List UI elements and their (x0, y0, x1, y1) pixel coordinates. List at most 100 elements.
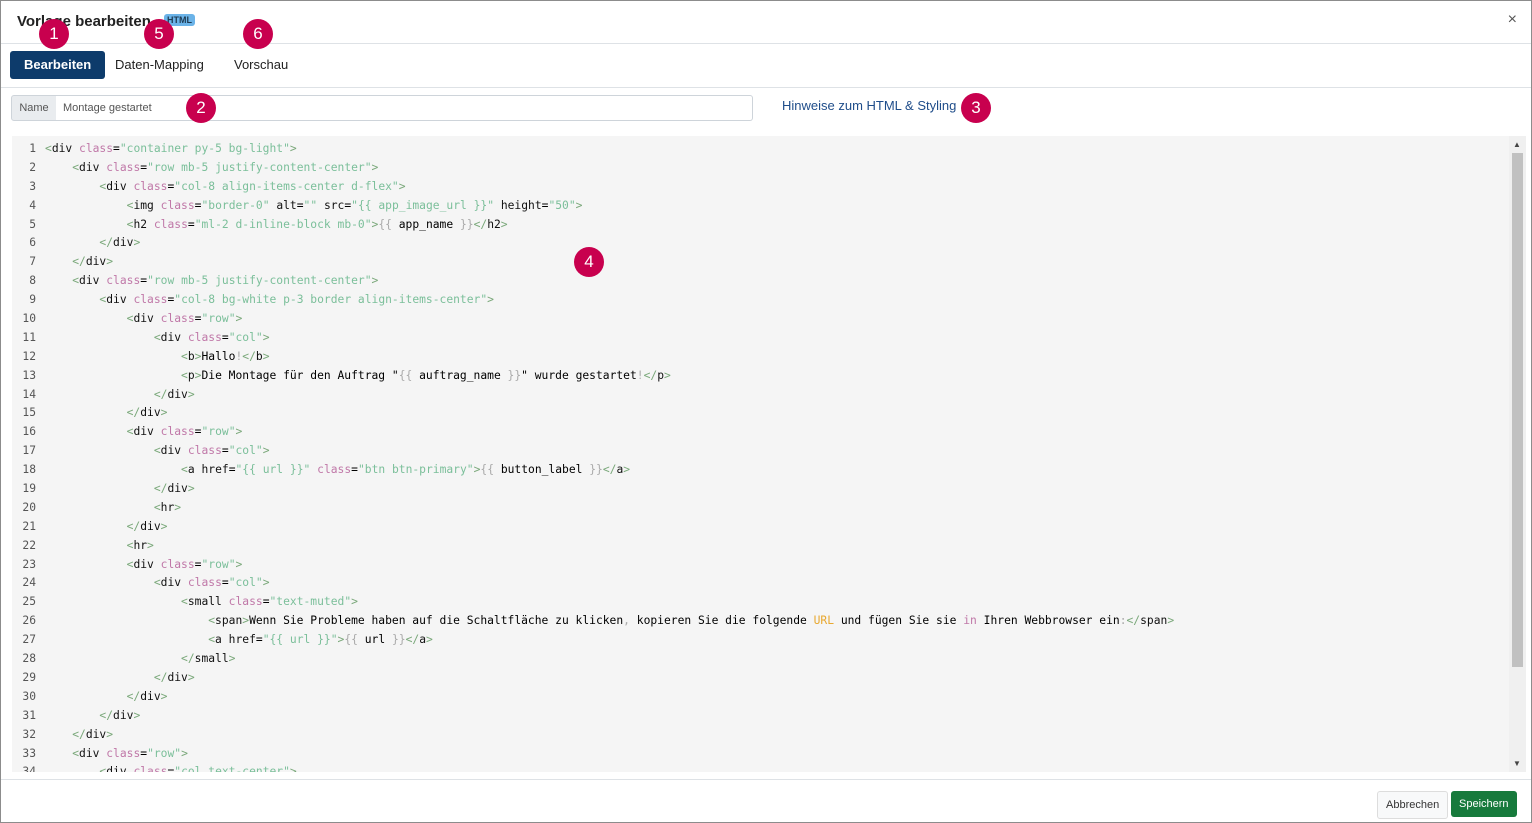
tab-vorschau[interactable]: Vorschau (220, 51, 302, 79)
code-line[interactable]: 20 <hr> (12, 499, 1506, 518)
line-text[interactable]: <div class="row"> (45, 425, 243, 438)
line-text[interactable]: </div> (45, 709, 140, 722)
line-text[interactable]: <div class="row"> (45, 312, 243, 325)
line-number: 23 (22, 557, 36, 571)
editor-scrollbar[interactable]: ▲ ▼ (1509, 136, 1526, 772)
dialog-footer: Abbrechen Speichern (1, 779, 1531, 822)
code-line[interactable]: 10 <div class="row"> (12, 310, 1506, 329)
line-text[interactable]: <div class="container py-5 bg-light"> (45, 142, 297, 155)
line-number: 12 (22, 349, 36, 363)
line-text[interactable]: <div class="row mb-5 justify-content-cen… (45, 274, 378, 287)
code-line[interactable]: 13 <p>Die Montage für den Auftrag "{{ au… (12, 367, 1506, 386)
code-line[interactable]: 19 </div> (12, 480, 1506, 499)
code-line[interactable]: 31 </div> (12, 707, 1506, 726)
code-line[interactable]: 8 <div class="row mb-5 justify-content-c… (12, 272, 1506, 291)
code-line[interactable]: 26 <span>Wenn Sie Probleme haben auf die… (12, 612, 1506, 631)
line-text[interactable]: </div> (45, 255, 113, 268)
line-text[interactable]: <h2 class="ml-2 d-inline-block mb-0">{{ … (45, 218, 508, 231)
line-text[interactable]: <b>Hallo!</b> (45, 350, 270, 363)
code-line[interactable]: 34 <div class="col text-center"> (12, 763, 1506, 772)
code-line[interactable]: 21 </div> (12, 518, 1506, 537)
code-line[interactable]: 12 <b>Hallo!</b> (12, 348, 1506, 367)
line-text[interactable]: </div> (45, 388, 195, 401)
line-number: 4 (29, 198, 36, 212)
code-line[interactable]: 3 <div class="col-8 align-items-center d… (12, 178, 1506, 197)
code-line[interactable]: 1 <div class="container py-5 bg-light"> (12, 140, 1506, 159)
scrollbar-thumb[interactable] (1512, 153, 1523, 667)
code-line[interactable]: 32 </div> (12, 726, 1506, 745)
line-number: 7 (29, 255, 36, 269)
line-text[interactable]: <div class="col"> (45, 331, 270, 344)
code-line[interactable]: 5 <h2 class="ml-2 d-inline-block mb-0">{… (12, 216, 1506, 235)
code-line[interactable]: 18 <a href="{{ url }}" class="btn btn-pr… (12, 461, 1506, 480)
line-text[interactable]: </small> (45, 652, 235, 665)
line-text[interactable]: <hr> (45, 539, 154, 552)
line-text[interactable]: </div> (45, 690, 168, 703)
code-line[interactable]: 23 <div class="row"> (12, 556, 1506, 575)
callout-marker-3: 3 (961, 93, 991, 123)
line-number: 9 (29, 293, 36, 307)
tab-bearbeiten[interactable]: Bearbeiten (10, 51, 106, 79)
line-text[interactable]: </div> (45, 520, 168, 533)
line-text[interactable]: <a href="{{ url }}">{{ url }}</a> (45, 633, 433, 646)
line-text[interactable]: <img class="border-0" alt="" src="{{ app… (45, 199, 583, 212)
line-text[interactable]: <div class="col text-center"> (45, 765, 296, 772)
code-line[interactable]: 33 <div class="row"> (12, 745, 1506, 764)
code-line[interactable]: 11 <div class="col"> (12, 329, 1506, 348)
line-number: 1 (29, 142, 36, 155)
code-line[interactable]: 25 <small class="text-muted"> (12, 593, 1506, 612)
close-icon[interactable]: × (1508, 11, 1517, 29)
line-text[interactable]: <p>Die Montage für den Auftrag "{{ auftr… (45, 369, 671, 382)
code-lines[interactable]: 1 <div class="container py-5 bg-light"> 2 … (12, 140, 1506, 772)
code-line[interactable]: 24 <div class="col"> (12, 574, 1506, 593)
callout-marker-4: 4 (574, 247, 604, 277)
cancel-button[interactable]: Abbrechen (1377, 791, 1449, 819)
code-line[interactable]: 29 </div> (12, 669, 1506, 688)
line-number: 34 (22, 765, 36, 772)
code-line[interactable]: 2 <div class="row mb-5 justify-content-c… (12, 159, 1506, 178)
line-text[interactable]: </div> (45, 406, 168, 419)
line-text[interactable]: <hr> (45, 501, 181, 514)
tab-daten-mapping[interactable]: Daten-Mapping (101, 51, 218, 79)
line-text[interactable]: <span>Wenn Sie Probleme haben auf die Sc… (45, 614, 1174, 627)
line-text[interactable]: <div class="col"> (45, 444, 270, 457)
line-text[interactable]: <a href="{{ url }}" class="btn btn-prima… (45, 463, 630, 476)
line-text[interactable]: <div class="col"> (45, 576, 270, 589)
line-text[interactable]: <div class="row"> (45, 747, 188, 760)
scroll-down-icon[interactable]: ▼ (1513, 759, 1521, 768)
line-number: 10 (22, 312, 36, 326)
code-line[interactable]: 7 </div> (12, 253, 1506, 272)
line-number: 31 (22, 708, 36, 722)
line-number: 28 (22, 652, 36, 666)
code-line[interactable]: 27 <a href="{{ url }}">{{ url }}</a> (12, 631, 1506, 650)
line-number: 11 (22, 330, 36, 344)
line-text[interactable]: <div class="col-8 align-items-center d-f… (45, 180, 405, 193)
line-text[interactable]: <div class="col-8 bg-white p-3 border al… (45, 293, 494, 306)
code-line[interactable]: 6 </div> (12, 234, 1506, 253)
save-button[interactable]: Speichern (1451, 791, 1517, 817)
line-number: 19 (22, 482, 36, 496)
code-line[interactable]: 16 <div class="row"> (12, 423, 1506, 442)
code-line[interactable]: 30 </div> (12, 688, 1506, 707)
line-number: 17 (22, 444, 36, 458)
code-line[interactable]: 28 </small> (12, 650, 1506, 669)
line-text[interactable]: <div class="row mb-5 justify-content-cen… (45, 161, 378, 174)
code-line[interactable]: 22 <hr> (12, 537, 1506, 556)
name-input[interactable] (56, 95, 753, 121)
code-editor[interactable]: 1 <div class="container py-5 bg-light"> 2 … (12, 136, 1526, 772)
scroll-up-icon[interactable]: ▲ (1513, 140, 1521, 149)
code-line[interactable]: 14 </div> (12, 386, 1506, 405)
code-line[interactable]: 9 <div class="col-8 bg-white p-3 border … (12, 291, 1506, 310)
line-text[interactable]: </div> (45, 671, 195, 684)
line-text[interactable]: <small class="text-muted"> (45, 595, 358, 608)
code-line[interactable]: 4 <img class="border-0" alt="" src="{{ a… (12, 197, 1506, 216)
callout-marker-1: 1 (39, 19, 69, 49)
code-line[interactable]: 15 </div> (12, 404, 1506, 423)
line-text[interactable]: <div class="row"> (45, 558, 243, 571)
code-line[interactable]: 17 <div class="col"> (12, 442, 1506, 461)
line-text[interactable]: </div> (45, 728, 113, 741)
line-number: 6 (29, 236, 36, 250)
html-styling-hint-link[interactable]: Hinweise zum HTML & Styling (782, 98, 956, 113)
line-text[interactable]: </div> (45, 482, 195, 495)
line-text[interactable]: </div> (45, 236, 140, 249)
